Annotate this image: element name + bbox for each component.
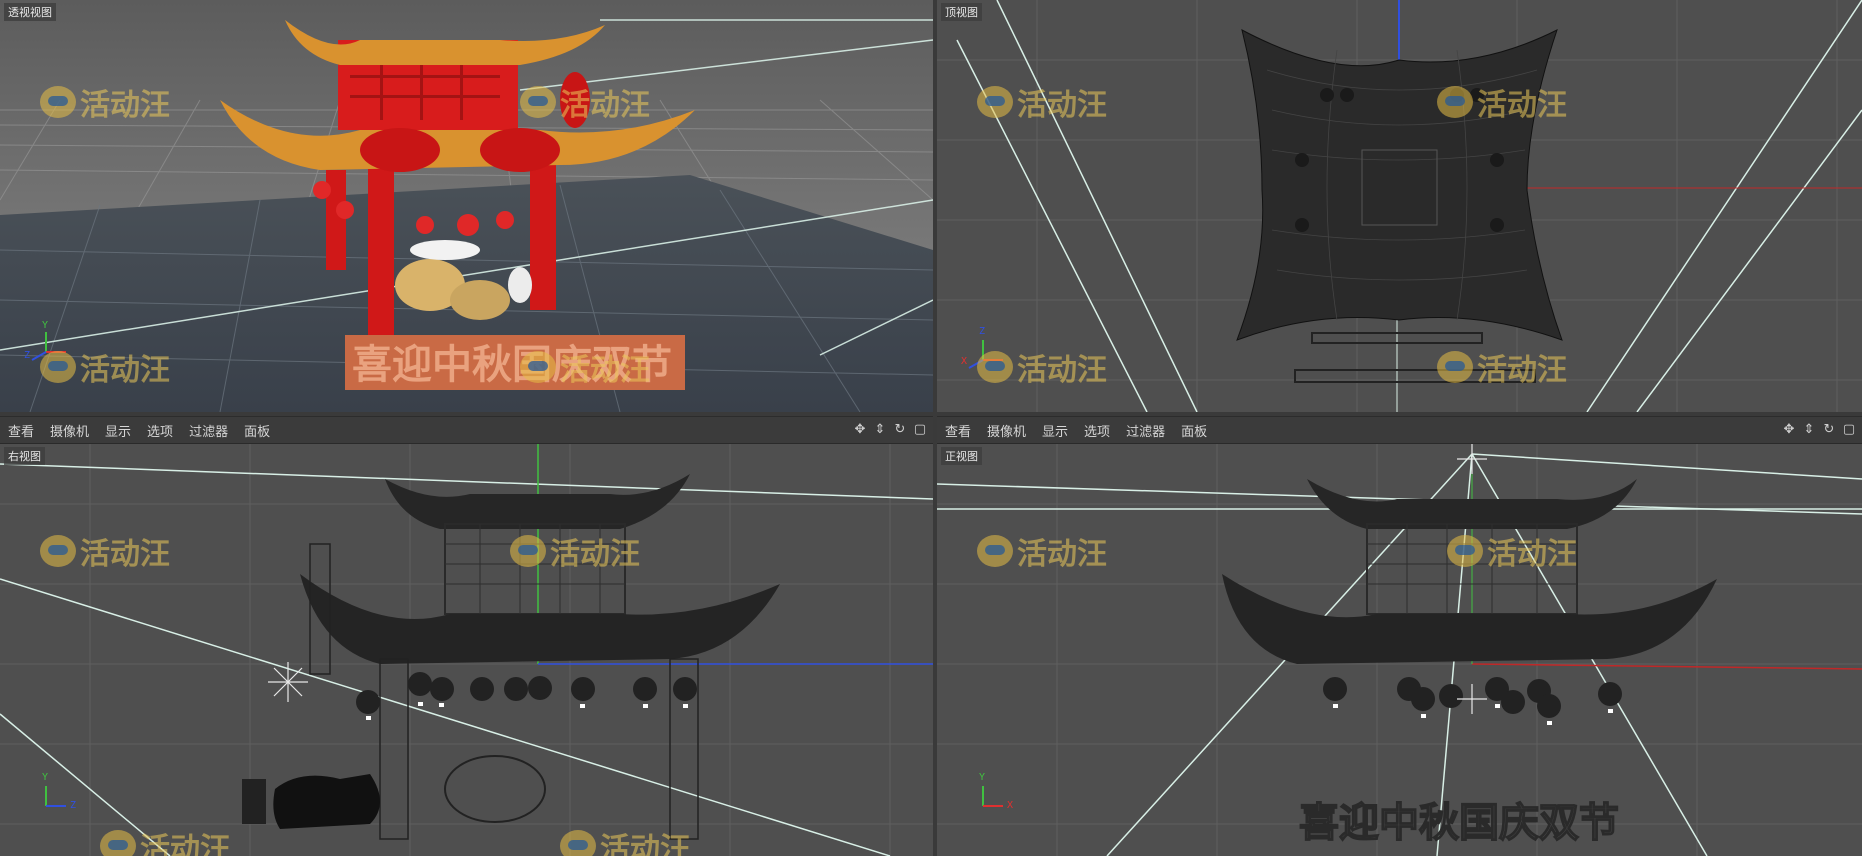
- top-viewport-label: 顶视图: [941, 3, 982, 21]
- axis-z-label: Z: [70, 800, 77, 811]
- right-viewport-label: 右视图: [4, 447, 45, 465]
- right-scene: [0, 444, 933, 856]
- axis-y-label: Y: [979, 772, 986, 783]
- axis-x-label: X: [961, 356, 968, 367]
- menu-display[interactable]: 显示: [1034, 421, 1076, 440]
- perspective-scene: 喜迎中秋国庆双节: [0, 0, 933, 412]
- menu-display[interactable]: 显示: [97, 421, 139, 440]
- menu-panel[interactable]: 面板: [236, 421, 278, 440]
- front-viewport-menubar: 查看 摄像机 显示 选项 过滤器 面板 ✥ ⇕ ↻ ▢: [937, 416, 1862, 444]
- menu-panel[interactable]: 面板: [1173, 421, 1215, 440]
- front-viewport-label: 正视图: [941, 447, 982, 465]
- top-viewport[interactable]: 顶视图 Z X 活动汪 活动汪 活动汪 活动汪: [937, 0, 1862, 412]
- move-view-icon[interactable]: ✥: [853, 423, 867, 437]
- menu-view[interactable]: 查看: [937, 421, 979, 440]
- axis-x-label: X: [1007, 800, 1014, 811]
- axis-z-label: Z: [979, 326, 986, 337]
- menu-filter[interactable]: 过滤器: [181, 421, 236, 440]
- pan-view-icon[interactable]: ⇕: [1802, 423, 1816, 437]
- menu-options[interactable]: 选项: [1076, 421, 1118, 440]
- rotate-view-icon[interactable]: ↻: [893, 423, 907, 437]
- right-viewport[interactable]: 右视图 Y Z 活动汪 活动汪 活动汪 活动汪: [0, 444, 933, 856]
- front-viewport[interactable]: 正视图 喜迎中秋国庆双节 Y X 活动汪 活动汪: [937, 444, 1862, 856]
- move-view-icon[interactable]: ✥: [1782, 423, 1796, 437]
- axis-y-label: Y: [42, 320, 49, 331]
- svg-text:喜迎中秋国庆双节: 喜迎中秋国庆双节: [1299, 800, 1619, 846]
- pan-view-icon[interactable]: ⇕: [873, 423, 887, 437]
- svg-text:喜迎中秋国庆双节: 喜迎中秋国庆双节: [352, 342, 672, 388]
- perspective-viewport[interactable]: 透视视图 喜迎中秋国庆双节 Y Z 活动汪 活动汪 活动汪 活动汪: [0, 0, 933, 412]
- menu-view[interactable]: 查看: [0, 421, 42, 440]
- perspective-viewport-label: 透视视图: [4, 3, 56, 21]
- menu-options[interactable]: 选项: [139, 421, 181, 440]
- axis-y-label: Y: [42, 772, 49, 783]
- menu-camera[interactable]: 摄像机: [979, 421, 1034, 440]
- menu-filter[interactable]: 过滤器: [1118, 421, 1173, 440]
- maximize-view-icon[interactable]: ▢: [1842, 423, 1856, 437]
- menu-camera[interactable]: 摄像机: [42, 421, 97, 440]
- rotate-view-icon[interactable]: ↻: [1822, 423, 1836, 437]
- top-scene: [937, 0, 1862, 412]
- front-scene: 喜迎中秋国庆双节: [937, 444, 1862, 856]
- right-viewport-menubar: 查看 摄像机 显示 选项 过滤器 面板 ✥ ⇕ ↻ ▢: [0, 416, 933, 444]
- axis-z-label: Z: [24, 350, 31, 361]
- maximize-view-icon[interactable]: ▢: [913, 423, 927, 437]
